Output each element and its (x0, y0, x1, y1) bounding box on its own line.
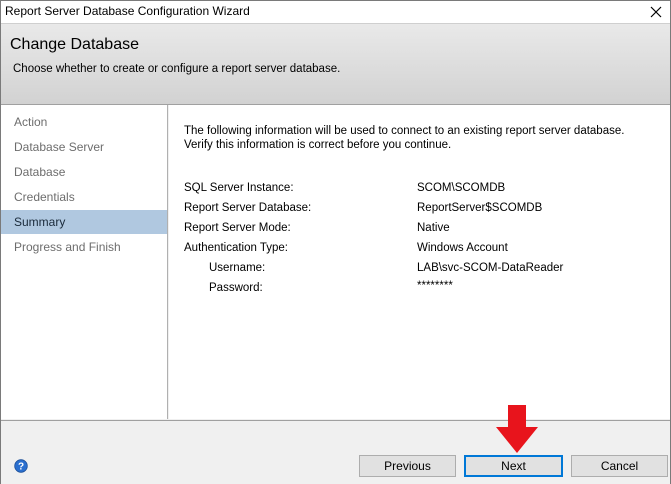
password-value: ******** (417, 280, 453, 292)
password-label: Password: (209, 282, 263, 294)
close-icon[interactable] (647, 3, 665, 21)
nav-item-credentials[interactable]: Credentials (1, 185, 167, 209)
button-bar: ? Previous Next Cancel (1, 420, 670, 484)
report-server-mode-label: Report Server Mode: (184, 222, 291, 234)
cancel-button[interactable]: Cancel (571, 455, 668, 477)
next-button[interactable]: Next (464, 455, 563, 477)
svg-text:?: ? (18, 462, 24, 473)
nav-item-action[interactable]: Action (1, 110, 167, 134)
help-icon[interactable]: ? (14, 459, 28, 473)
username-value: LAB\svc-SCOM-DataReader (417, 262, 564, 274)
nav-item-database[interactable]: Database (1, 160, 167, 184)
previous-button[interactable]: Previous (359, 455, 456, 477)
title-bar: Report Server Database Configuration Wiz… (1, 1, 670, 23)
wizard-window: Report Server Database Configuration Wiz… (0, 0, 671, 484)
page-header: Change Database Choose whether to create… (1, 23, 670, 105)
nav-item-progress-and-finish[interactable]: Progress and Finish (1, 235, 167, 259)
username-label: Username: (209, 262, 266, 274)
report-server-mode-value: Native (417, 222, 450, 234)
nav-item-database-server[interactable]: Database Server (1, 135, 167, 159)
sql-instance-value: SCOM\SCOMDB (417, 182, 506, 194)
intro-line-2: Verify this information is correct befor… (184, 139, 452, 151)
window-title: Report Server Database Configuration Wiz… (5, 4, 250, 18)
red-down-arrow-icon (496, 405, 538, 453)
authentication-type-value: Windows Account (417, 242, 508, 254)
intro-line-1: The following information will be used t… (184, 125, 625, 137)
sql-instance-label: SQL Server Instance: (184, 182, 294, 194)
summary-panel: The following information will be used t… (169, 105, 670, 419)
page-subtitle: Choose whether to create or configure a … (13, 63, 341, 75)
authentication-type-label: Authentication Type: (184, 242, 288, 254)
report-server-database-label: Report Server Database: (184, 202, 312, 214)
page-title: Change Database (10, 36, 139, 53)
wizard-steps-nav: Action Database Server Database Credenti… (1, 105, 168, 419)
nav-item-summary[interactable]: Summary (1, 210, 167, 234)
report-server-database-value: ReportServer$SCOMDB (417, 202, 543, 214)
intro-text: The following information will be used t… (184, 124, 624, 152)
